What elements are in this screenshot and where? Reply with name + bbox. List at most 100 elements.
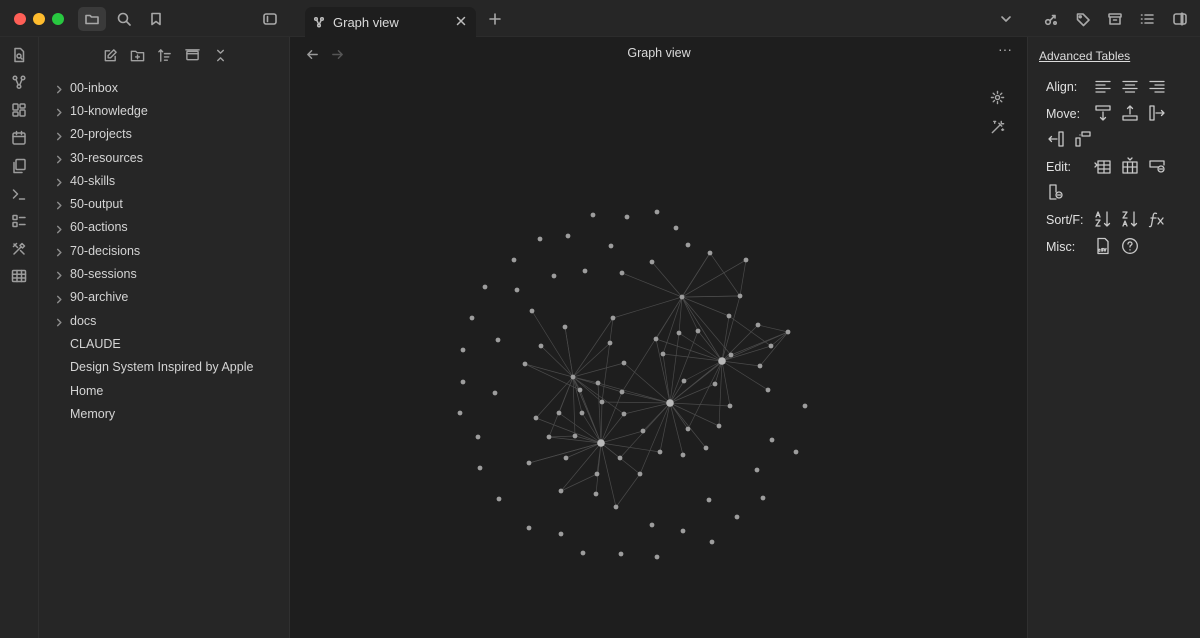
file-item[interactable]: Home xyxy=(39,379,290,402)
graph-icon xyxy=(313,16,325,28)
file-item[interactable]: Design System Inspired by Apple xyxy=(39,356,290,379)
graph-canvas[interactable] xyxy=(291,37,1027,638)
align-left-icon[interactable] xyxy=(1093,77,1113,97)
align-center-icon[interactable] xyxy=(1120,77,1140,97)
graph-node xyxy=(785,329,791,335)
help-icon[interactable] xyxy=(1120,236,1140,256)
graph-node xyxy=(716,423,722,429)
tree-item-label: 20-projects xyxy=(70,127,132,142)
sort-icon[interactable] xyxy=(154,45,174,65)
transpose-icon[interactable] xyxy=(1073,129,1093,149)
chevron-right-icon xyxy=(55,199,64,210)
graph-view-pane: Graph view ··· xyxy=(291,37,1027,638)
tag-icon[interactable] xyxy=(1073,9,1093,29)
table-icon[interactable] xyxy=(10,267,28,285)
tab-graph-view[interactable]: Graph view xyxy=(305,7,476,37)
close-tab-icon[interactable] xyxy=(453,13,469,29)
folder-item[interactable]: 30-resources xyxy=(39,146,290,169)
formula-icon[interactable] xyxy=(1147,209,1167,229)
folder-item[interactable]: 60-actions xyxy=(39,216,290,239)
graph-node xyxy=(679,294,685,300)
graph-node xyxy=(607,340,613,346)
graph-node xyxy=(608,243,614,249)
animate-graph-icon[interactable] xyxy=(988,118,1006,136)
canvas-icon[interactable] xyxy=(10,101,28,119)
graph-node xyxy=(680,528,686,534)
move-column-right-icon[interactable] xyxy=(1147,103,1167,123)
graph-node xyxy=(768,343,774,349)
folder-item[interactable]: 80-sessions xyxy=(39,262,290,285)
minimize-window-button[interactable] xyxy=(33,13,45,25)
graph-node xyxy=(537,236,543,242)
collapse-all-icon[interactable] xyxy=(210,45,230,65)
folder-item[interactable]: 70-decisions xyxy=(39,239,290,262)
panel-title[interactable]: Advanced Tables xyxy=(1039,49,1130,63)
move-row-down-icon[interactable] xyxy=(1093,103,1113,123)
delete-column-icon[interactable] xyxy=(1046,182,1066,202)
calendar-icon[interactable] xyxy=(10,129,28,147)
insert-column-icon[interactable] xyxy=(1120,156,1140,176)
graph-edge xyxy=(600,430,644,444)
folder-item[interactable]: 90-archive xyxy=(39,286,290,309)
templates-icon[interactable] xyxy=(10,157,28,175)
graph-edge xyxy=(564,326,574,378)
right-sidebar-icon[interactable] xyxy=(1170,9,1190,29)
folder-item[interactable]: 10-knowledge xyxy=(39,99,290,122)
auto-reveal-icon[interactable] xyxy=(182,45,202,65)
graph-node xyxy=(695,328,701,334)
graph-node xyxy=(706,497,712,503)
terminal-icon[interactable] xyxy=(10,185,28,203)
new-note-icon[interactable] xyxy=(100,45,120,65)
align-right-icon[interactable] xyxy=(1147,77,1167,97)
close-window-button[interactable] xyxy=(14,13,26,25)
new-tab-icon[interactable] xyxy=(485,9,505,29)
graph-node xyxy=(595,380,601,386)
chevron-right-icon xyxy=(55,293,64,304)
new-folder-icon[interactable] xyxy=(127,45,147,65)
move-row-up-icon[interactable] xyxy=(1120,103,1140,123)
sort-descending-icon[interactable] xyxy=(1120,209,1140,229)
quick-switcher-icon[interactable] xyxy=(10,46,28,64)
sort-ascending-icon[interactable] xyxy=(1093,209,1113,229)
command-palette-icon[interactable] xyxy=(10,212,28,230)
graph-edge xyxy=(757,324,789,333)
sidebar-toggle-icon[interactable] xyxy=(260,9,280,29)
outline-icon[interactable] xyxy=(1137,9,1157,29)
graph-node xyxy=(793,449,799,455)
graph-node xyxy=(556,410,562,416)
graph-edge xyxy=(681,296,732,356)
tools-icon[interactable] xyxy=(10,240,28,258)
folder-item[interactable]: 40-skills xyxy=(39,169,290,192)
share-icon[interactable] xyxy=(1041,9,1061,29)
folder-item[interactable]: 00-inbox xyxy=(39,76,290,99)
graph-edge xyxy=(615,473,641,508)
folder-item[interactable]: docs xyxy=(39,309,290,332)
archive-icon[interactable] xyxy=(1105,9,1125,29)
zoom-window-button[interactable] xyxy=(52,13,64,25)
graph-node xyxy=(538,343,544,349)
folder-item[interactable]: 50-output xyxy=(39,192,290,215)
files-icon[interactable] xyxy=(78,7,106,31)
folder-item[interactable]: 20-projects xyxy=(39,123,290,146)
graph-settings-icon[interactable] xyxy=(988,88,1006,106)
graph-node xyxy=(673,225,679,231)
bookmark-icon[interactable] xyxy=(146,9,166,29)
move-column-left-icon[interactable] xyxy=(1046,129,1066,149)
graph-node xyxy=(522,361,528,367)
file-item[interactable]: Memory xyxy=(39,402,290,425)
tab-label: Graph view xyxy=(333,14,399,30)
graph-node xyxy=(460,379,466,385)
chevron-down-icon[interactable] xyxy=(996,9,1016,29)
graph-node xyxy=(654,554,660,560)
search-icon[interactable] xyxy=(114,9,134,29)
file-item[interactable]: CLAUDE xyxy=(39,332,290,355)
graph-hub-node xyxy=(666,399,674,407)
export-csv-icon[interactable] xyxy=(1093,236,1113,256)
tree-item-label: 30-resources xyxy=(70,150,143,165)
graph-edge xyxy=(681,295,741,298)
more-options-icon[interactable]: ··· xyxy=(996,42,1014,61)
insert-row-icon[interactable] xyxy=(1093,156,1113,176)
graph-node xyxy=(526,525,532,531)
graph-icon[interactable] xyxy=(10,73,28,91)
delete-row-icon[interactable] xyxy=(1147,156,1167,176)
